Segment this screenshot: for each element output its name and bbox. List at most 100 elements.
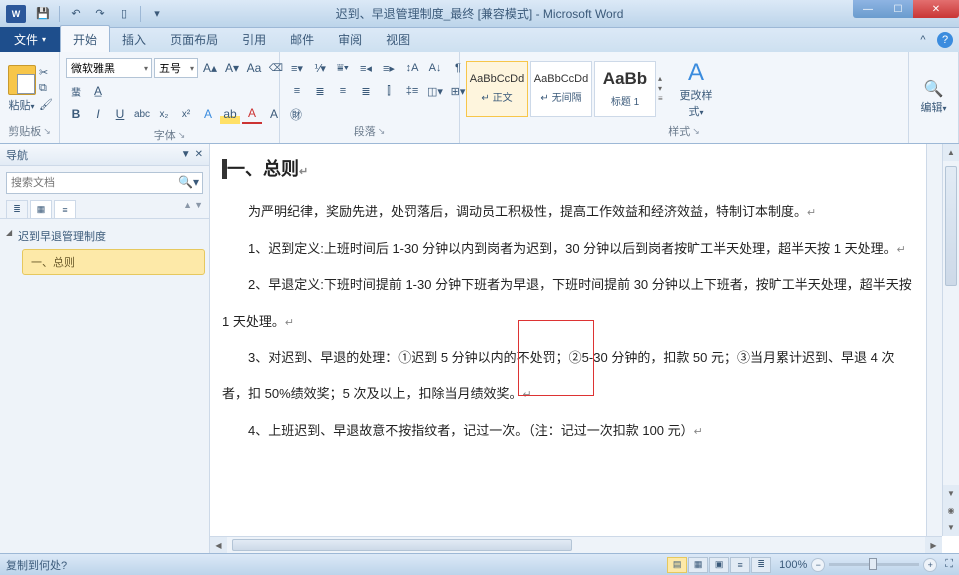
style-normal[interactable]: AaBbCcDd ↵ 正文 (466, 61, 528, 117)
tab-home[interactable]: 开始 (60, 25, 110, 52)
font-size-combo[interactable]: 五号 (154, 58, 198, 78)
style-nospacing[interactable]: AaBbCcDd ↵ 无间隔 (530, 61, 592, 117)
scroll-up-icon[interactable]: ▲ (943, 144, 959, 161)
tab-review[interactable]: 审阅 (326, 26, 374, 52)
scroll-thumb[interactable] (945, 166, 957, 286)
doc-heading: .一、总则↵ (222, 144, 914, 194)
copy-icon[interactable]: ⧉ (39, 82, 53, 95)
shading-icon[interactable]: ◫▾ (424, 81, 446, 101)
zoom-level[interactable]: 100% (779, 559, 807, 571)
nav-close-icon[interactable]: ✕ (195, 149, 203, 160)
increase-indent-icon[interactable]: ≡▸ (378, 58, 400, 78)
close-button[interactable]: ✕ (913, 0, 959, 18)
document-body[interactable]: .一、总则↵ 为严明纪律，奖励先进，处罚落后，调动员工积极性，提高工作效益和经济… (210, 144, 926, 536)
clipboard-launcher-icon[interactable]: ↘ (43, 126, 51, 137)
window-controls: — ☐ ✕ (853, 0, 959, 18)
view-outline-icon[interactable]: ≡ (730, 557, 750, 573)
nav-tab-results[interactable]: ≡ (54, 200, 76, 218)
zoom-slider[interactable] (829, 563, 919, 566)
nav-prev-icon[interactable]: ▲ (183, 200, 192, 218)
justify-icon[interactable]: ≣ (355, 81, 377, 101)
scroll-left-icon[interactable]: ◀ (210, 537, 227, 553)
highlight-icon[interactable]: ab (220, 104, 240, 124)
tab-mailings[interactable]: 邮件 (278, 26, 326, 52)
view-read-icon[interactable]: ▦ (688, 557, 708, 573)
search-input[interactable] (6, 172, 203, 194)
minimize-button[interactable]: — (853, 0, 883, 18)
bold-button[interactable]: B (66, 104, 86, 124)
view-draft-icon[interactable]: ≣ (751, 557, 771, 573)
change-styles-icon: A (676, 59, 716, 87)
paste-icon (8, 65, 36, 95)
format-painter-icon[interactable]: 🖌 (39, 98, 53, 111)
vertical-scrollbar[interactable]: ▲ ▼ ◉ ▼ (942, 144, 959, 536)
view-web-icon[interactable]: ▣ (709, 557, 729, 573)
save-icon[interactable]: 💾 (32, 4, 54, 24)
nav-tab-headings[interactable]: ≣ (6, 200, 28, 218)
help-icon[interactable]: ? (937, 32, 953, 48)
change-case-icon[interactable]: Aa (244, 58, 264, 78)
tab-insert[interactable]: 插入 (110, 26, 158, 52)
maximize-button[interactable]: ☐ (883, 0, 913, 18)
nav-tab-pages[interactable]: ▦ (30, 200, 52, 218)
underline-button[interactable]: U (110, 104, 130, 124)
window-title: 迟到、早退管理制度_最终 [兼容模式] - Microsoft Word (336, 5, 624, 22)
scroll-thumb-h[interactable] (232, 539, 572, 551)
tab-file[interactable]: 文件 ▾ (0, 27, 60, 52)
font-color-icon[interactable]: A (242, 104, 262, 124)
line-spacing-icon[interactable]: ‡≡ (401, 81, 423, 101)
style-heading1[interactable]: AaBb 标题 1 (594, 61, 656, 117)
sort-icon[interactable]: A↓ (424, 58, 446, 78)
zoom-out-button[interactable]: − (811, 558, 825, 572)
font-launcher-icon[interactable]: ↘ (178, 130, 186, 141)
next-page-icon[interactable]: ▼ (943, 519, 959, 536)
grow-font-icon[interactable]: A▴ (200, 58, 220, 78)
superscript-button[interactable]: x² (176, 104, 196, 124)
phonetic-icon[interactable]: 蜚 (66, 81, 86, 101)
nav-next-icon[interactable]: ▼ (194, 200, 203, 218)
tree-child-item[interactable]: 一、总则 (22, 249, 205, 275)
subscript-button[interactable]: x₂ (154, 104, 174, 124)
text-direction-icon[interactable]: ↕A (401, 58, 423, 78)
scroll-down-icon[interactable]: ▼ (943, 485, 959, 502)
minimize-ribbon-icon[interactable]: ^ (915, 32, 931, 48)
style-gallery-more[interactable]: ▴▾≡ (658, 74, 672, 103)
cut-icon[interactable]: ✂ (39, 66, 53, 79)
italic-button[interactable]: I (88, 104, 108, 124)
font-name-combo[interactable]: 微软雅黑 (66, 58, 152, 78)
zoom-knob[interactable] (869, 558, 877, 570)
horizontal-scrollbar[interactable]: ◀ ▶ (210, 536, 942, 553)
prev-page-icon[interactable]: ◉ (943, 502, 959, 519)
multilevel-icon[interactable]: ⩸▾ (332, 58, 354, 78)
char-border-icon[interactable]: A̲ (88, 81, 108, 101)
tree-root-item[interactable]: 迟到早退管理制度 (4, 225, 205, 247)
bullets-icon[interactable]: ≡▾ (286, 58, 308, 78)
align-center-icon[interactable]: ≣ (309, 81, 331, 101)
view-print-icon[interactable]: ▤ (667, 557, 687, 573)
change-styles-button[interactable]: A 更改样式▾ (672, 59, 720, 119)
strike-button[interactable]: abc (132, 104, 152, 124)
tab-layout[interactable]: 页面布局 (158, 26, 230, 52)
editing-button[interactable]: 🔍 编辑▾ (915, 79, 952, 115)
search-icon[interactable]: 🔍▾ (178, 175, 199, 189)
scroll-right-icon[interactable]: ▶ (925, 537, 942, 553)
new-icon[interactable]: ▯ (113, 4, 135, 24)
fullscreen-icon[interactable]: ⛶ (945, 558, 953, 571)
shrink-font-icon[interactable]: A▾ (222, 58, 242, 78)
qat-customize-icon[interactable]: ▾ (146, 4, 168, 24)
align-left-icon[interactable]: ≡ (286, 81, 308, 101)
styles-launcher-icon[interactable]: ↘ (692, 126, 700, 137)
nav-dropdown-icon[interactable]: ▼ (181, 149, 191, 160)
text-effect-icon[interactable]: A (198, 104, 218, 124)
align-right-icon[interactable]: ≡ (332, 81, 354, 101)
numbering-icon[interactable]: ⅟▾ (309, 58, 331, 78)
decrease-indent-icon[interactable]: ≡◂ (355, 58, 377, 78)
undo-icon[interactable]: ↶ (65, 4, 87, 24)
redo-icon[interactable]: ↷ (89, 4, 111, 24)
paragraph-launcher-icon[interactable]: ↘ (378, 126, 386, 137)
distributed-icon[interactable]: ⫿ (378, 81, 400, 101)
paste-button[interactable]: 粘贴▾ (6, 65, 37, 113)
zoom-in-button[interactable]: + (923, 558, 937, 572)
tab-view[interactable]: 视图 (374, 26, 422, 52)
tab-references[interactable]: 引用 (230, 26, 278, 52)
